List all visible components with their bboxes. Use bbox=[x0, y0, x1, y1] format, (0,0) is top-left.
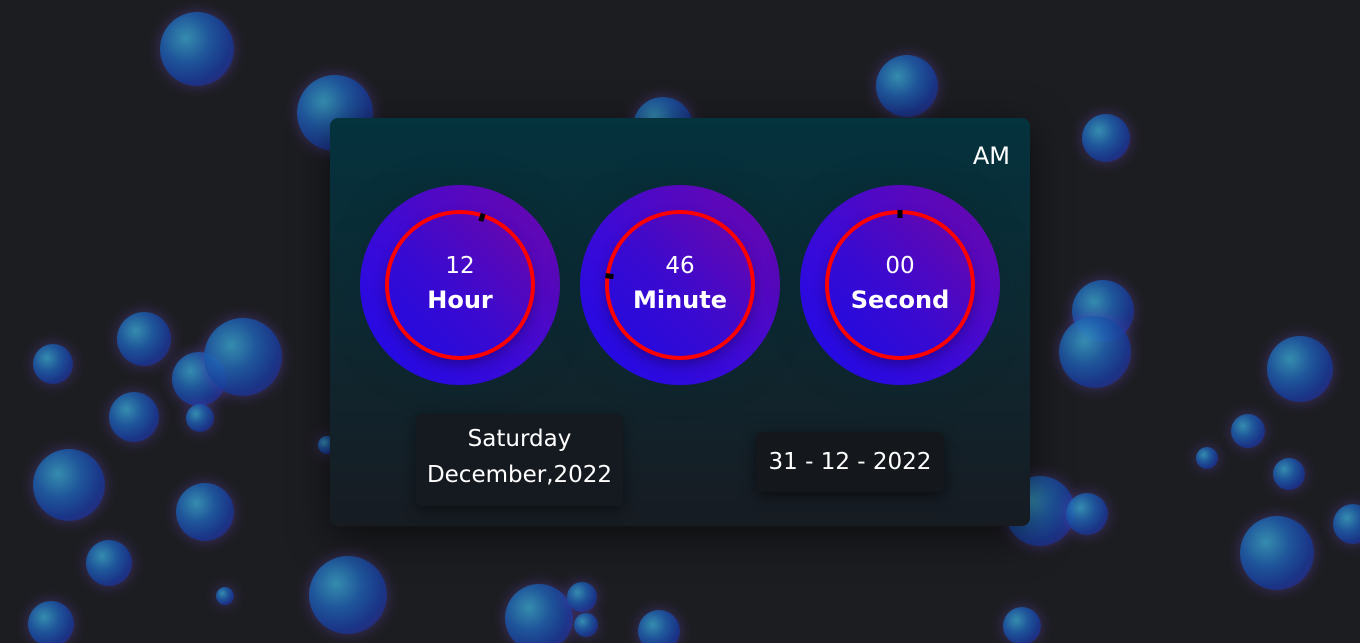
bubble-icon bbox=[1066, 493, 1108, 535]
month-year-text: December,2022 bbox=[426, 462, 613, 488]
bubble-icon bbox=[1082, 114, 1130, 162]
hour-ring-track bbox=[385, 210, 535, 360]
hour-progress-marker bbox=[478, 212, 486, 223]
bubble-icon bbox=[567, 582, 597, 612]
second-label: Second bbox=[850, 286, 950, 314]
hour-ring bbox=[385, 210, 535, 360]
bubble-icon bbox=[1231, 414, 1265, 448]
bubble-icon bbox=[186, 404, 214, 432]
bubble-icon bbox=[176, 483, 234, 541]
date-card: Saturday December,2022 bbox=[416, 414, 623, 506]
minute-dial: 46 Minute bbox=[580, 185, 780, 385]
second-value: 00 bbox=[885, 253, 915, 279]
bubble-icon bbox=[1196, 447, 1218, 469]
minute-value: 46 bbox=[665, 253, 695, 279]
bubble-icon bbox=[1273, 458, 1305, 490]
bubble-icon bbox=[204, 318, 282, 396]
numeric-date-card: 31 - 12 - 2022 bbox=[756, 432, 944, 492]
bubble-icon bbox=[574, 613, 598, 637]
bubble-icon bbox=[117, 312, 171, 366]
minute-ring-track bbox=[605, 210, 755, 360]
bubble-icon bbox=[1267, 336, 1333, 402]
weekday-text: Saturday bbox=[467, 426, 572, 452]
second-ring-track bbox=[825, 210, 975, 360]
bubble-icon bbox=[216, 587, 234, 605]
bubble-icon bbox=[1059, 316, 1131, 388]
second-dial: 00 Second bbox=[800, 185, 1000, 385]
bubble-icon bbox=[876, 55, 938, 117]
hour-dial: 12 Hour bbox=[360, 185, 560, 385]
meridiem-indicator: AM bbox=[972, 142, 1010, 170]
bubble-icon bbox=[1333, 504, 1360, 544]
page-background: AM 12 Hour 46 Minute 00 Second Saturday … bbox=[0, 0, 1360, 643]
bubble-icon bbox=[28, 601, 74, 643]
minute-label: Minute bbox=[632, 286, 728, 314]
bubble-icon bbox=[160, 12, 234, 86]
bubble-icon bbox=[638, 610, 680, 643]
bubble-icon bbox=[309, 556, 387, 634]
minute-ring bbox=[605, 210, 755, 360]
bubble-icon bbox=[1240, 516, 1314, 590]
clock-panel: AM 12 Hour 46 Minute 00 Second Saturday … bbox=[330, 118, 1030, 526]
bubble-icon bbox=[86, 540, 132, 586]
bubble-icon bbox=[505, 584, 573, 643]
numeric-date-text: 31 - 12 - 2022 bbox=[768, 449, 932, 475]
hour-value: 12 bbox=[445, 253, 475, 279]
bubble-icon bbox=[109, 392, 159, 442]
bubble-icon bbox=[33, 344, 73, 384]
bubble-icon bbox=[1003, 607, 1041, 643]
bubble-icon bbox=[33, 449, 105, 521]
second-ring bbox=[825, 210, 975, 360]
hour-label: Hour bbox=[427, 286, 493, 314]
